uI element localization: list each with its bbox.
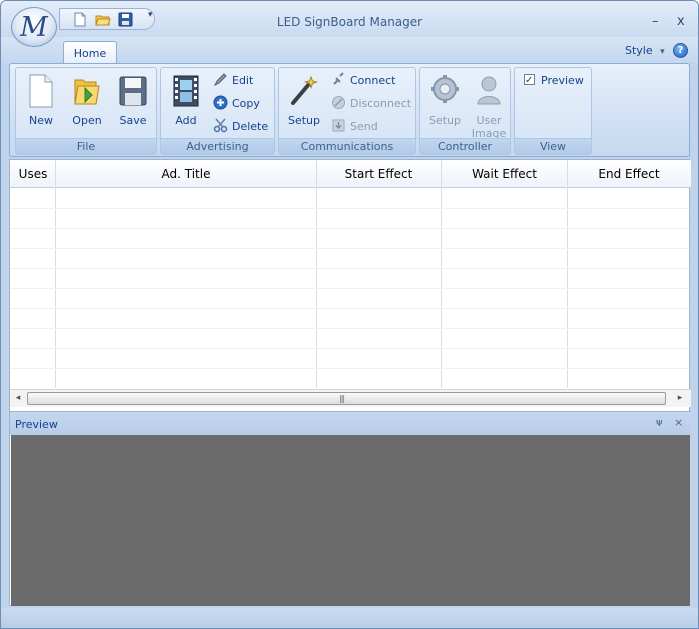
send-label: Send [350, 120, 378, 133]
controller-setup-button[interactable]: Setup [426, 74, 464, 134]
communications-setup-label: Setup [287, 114, 321, 127]
horizontal-scrollbar[interactable]: ◂ ||| ▸ [10, 389, 691, 407]
ribbon-group-advertising: Add Edit Copy Delete Advertising [160, 67, 275, 155]
preview-panel-header: Preview ᴪ × [10, 411, 691, 435]
connect-label: Connect [350, 74, 396, 87]
status-strip [1, 608, 698, 628]
table-row-divider [10, 228, 689, 229]
communications-setup-button[interactable]: Setup [285, 74, 323, 134]
plus-circle-icon [213, 95, 228, 110]
title-bar: M ▾ LED SignBoard Manager – x [1, 1, 698, 47]
scroll-grip-icon: ||| [339, 394, 345, 403]
column-ad-title[interactable]: Ad. Title [56, 167, 316, 181]
user-image-label-line1: User [476, 114, 502, 127]
group-label-file: File [16, 138, 156, 154]
group-label-advertising: Advertising [161, 138, 274, 154]
table-row-divider [10, 348, 689, 349]
group-label-communications: Communications [279, 138, 415, 154]
connect-plug-icon [333, 72, 344, 85]
ribbon-group-controller: Setup User Image Controller [419, 67, 511, 155]
column-end-effect[interactable]: End Effect [568, 167, 690, 181]
style-menu-label: Style [625, 44, 653, 57]
tab-home[interactable]: Home [63, 41, 117, 64]
column-divider [316, 160, 317, 388]
style-menu[interactable]: Style ▾ [625, 44, 665, 57]
column-divider [567, 160, 568, 388]
save-button-label: Save [119, 114, 147, 127]
user-image-button[interactable]: User Image [470, 74, 508, 140]
column-divider [441, 160, 442, 388]
window-title: LED SignBoard Manager [276, 15, 423, 29]
style-dropdown-icon: ▾ [660, 47, 665, 57]
send-icon [332, 119, 345, 132]
ribbon-group-communications: Setup Connect Disconnect Send Communicat… [278, 67, 416, 155]
save-disk-icon [119, 76, 147, 106]
preview-toggle-label: Preview [541, 74, 584, 87]
scroll-left-icon[interactable]: ◂ [12, 393, 24, 405]
ribbon-group-view: ✓ Preview View [514, 67, 592, 155]
main-content: Uses Ad. Title Start Effect Wait Effect … [9, 159, 691, 606]
table-row-divider [10, 248, 689, 249]
application-menu-button[interactable]: M [11, 7, 57, 47]
group-label-view: View [515, 138, 591, 154]
table-row-divider [10, 328, 689, 329]
main-window: M ▾ LED SignBoard Manager – x Home Style [0, 0, 699, 629]
app-logo-letter: M [20, 11, 48, 43]
preview-checkbox[interactable]: ✓ [524, 74, 535, 86]
film-strip-icon [173, 75, 199, 107]
add-ad-button[interactable]: Add [167, 74, 205, 134]
open-button-label: Open [72, 114, 102, 127]
new-button[interactable]: New [22, 74, 60, 134]
scroll-right-icon[interactable]: ▸ [674, 393, 686, 405]
column-divider [55, 160, 56, 388]
column-uses[interactable]: Uses [14, 167, 52, 181]
save-button[interactable]: Save [114, 74, 152, 134]
checkmark-icon: ✓ [525, 75, 534, 86]
add-ad-button-label: Add [175, 114, 197, 127]
help-icon[interactable]: ? [673, 43, 688, 58]
ads-table-header: Uses Ad. Title Start Effect Wait Effect … [10, 160, 691, 188]
send-button[interactable]: Send [331, 118, 378, 136]
copy-ad-button[interactable]: Copy [213, 95, 260, 113]
new-file-icon [29, 74, 53, 108]
table-row-divider [10, 368, 689, 369]
user-icon [477, 76, 501, 105]
scissors-icon [213, 118, 228, 133]
pencil-icon [213, 73, 227, 87]
delete-ad-button[interactable]: Delete [213, 118, 268, 136]
preview-toggle[interactable]: ✓ Preview [524, 72, 584, 90]
table-row-divider [10, 268, 689, 269]
controller-setup-label: Setup [428, 114, 462, 127]
close-button[interactable]: x [677, 14, 685, 29]
minimize-button[interactable]: – [652, 14, 659, 29]
disconnect-button[interactable]: Disconnect [331, 95, 411, 113]
open-folder-icon [74, 79, 100, 105]
edit-ad-button[interactable]: Edit [213, 72, 253, 90]
disconnect-label: Disconnect [350, 97, 412, 110]
ribbon: New Open Save File Add Edit Copy Delete … [9, 63, 690, 157]
scroll-thumb[interactable]: ||| [27, 392, 666, 405]
connect-button[interactable]: Connect [331, 72, 395, 90]
close-panel-icon[interactable]: × [674, 416, 683, 429]
table-row-divider [10, 308, 689, 309]
column-wait-effect[interactable]: Wait Effect [442, 167, 567, 181]
group-label-controller: Controller [420, 138, 510, 154]
new-button-label: New [29, 114, 53, 127]
ribbon-group-file: New Open Save File [15, 67, 157, 155]
table-row-divider [10, 208, 689, 209]
delete-ad-label: Delete [232, 120, 269, 133]
preview-display-area [11, 435, 690, 606]
pin-icon[interactable]: ᴪ [656, 416, 663, 429]
disconnect-icon [332, 96, 345, 109]
preview-panel-title: Preview [15, 418, 58, 431]
copy-ad-label: Copy [232, 97, 260, 110]
open-button[interactable]: Open [68, 74, 106, 134]
edit-ad-label: Edit [232, 74, 254, 87]
gear-icon [431, 75, 459, 103]
table-row-divider [10, 288, 689, 289]
magic-wand-icon [291, 75, 319, 105]
user-image-label: User Image [466, 114, 512, 140]
ribbon-tab-bar: Home Style ▾ ? [1, 37, 698, 64]
column-start-effect[interactable]: Start Effect [316, 167, 441, 181]
